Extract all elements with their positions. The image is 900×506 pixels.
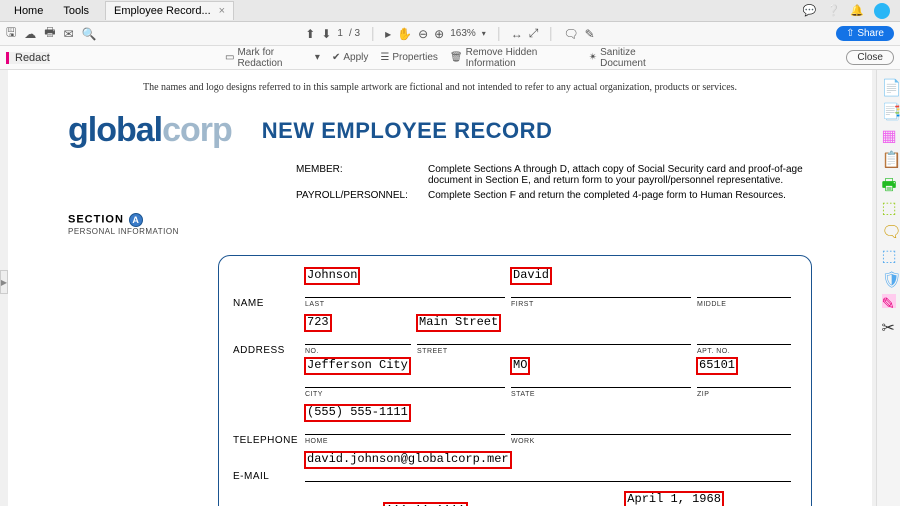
help-icon[interactable]: ❔ bbox=[827, 4, 841, 17]
last-name-field[interactable]: Johnson bbox=[305, 268, 359, 284]
hand-icon[interactable]: ✋ bbox=[397, 27, 412, 41]
page-total: / 3 bbox=[349, 28, 360, 39]
create-pdf-icon[interactable]: 📑 bbox=[882, 102, 896, 116]
left-panel-toggle[interactable]: ▶ bbox=[0, 270, 8, 294]
form-box: NAME Johnson LAST David FIRST MIDDLE ADD… bbox=[218, 255, 812, 506]
protect-icon[interactable]: ⬚ bbox=[882, 246, 896, 260]
bell-icon[interactable]: 🔔 bbox=[850, 4, 864, 17]
address-label: ADDRESS bbox=[233, 345, 305, 356]
email-label: E-MAIL bbox=[233, 471, 305, 482]
document-tab[interactable]: Employee Record... × bbox=[105, 1, 234, 20]
zip-field[interactable]: 65101 bbox=[697, 358, 737, 374]
comment-icon[interactable]: 📋 bbox=[882, 150, 896, 164]
tab-close-icon[interactable]: × bbox=[219, 5, 225, 17]
payroll-text: Complete Section F and return the comple… bbox=[428, 190, 812, 201]
document-title: NEW EMPLOYEE RECORD bbox=[262, 118, 553, 144]
export-pdf-icon[interactable]: 📄 bbox=[882, 78, 896, 92]
properties-button[interactable]: ☰ Properties bbox=[380, 52, 438, 63]
cloud-icon[interactable]: ☁ bbox=[24, 27, 36, 41]
street-field[interactable]: Main Street bbox=[417, 315, 500, 331]
message-icon[interactable]: 💬 bbox=[803, 4, 817, 17]
fit-page-icon[interactable]: ⤢ bbox=[529, 26, 539, 41]
toolbar: 🖫 ☁ 🖶 ✉ 🔍 ⬆ ⬇ 1 / 3 ▸ ✋ ⊖ ⊕ 163% ▾ ↔ ⤢ 🗨… bbox=[0, 22, 900, 46]
menu-tools[interactable]: Tools bbox=[53, 2, 99, 20]
edit-pdf-icon[interactable]: ▦ bbox=[882, 126, 896, 140]
mark-for-redaction-button[interactable]: ▭ Mark for Redaction ▾ bbox=[225, 47, 320, 69]
zoom-in-icon[interactable]: ⊕ bbox=[434, 27, 444, 41]
page-down-icon[interactable]: ⬇ bbox=[321, 27, 331, 41]
sign-icon[interactable]: ✎ bbox=[882, 294, 896, 308]
name-label: NAME bbox=[233, 298, 305, 309]
annotate-icon[interactable]: 🗨 bbox=[563, 27, 578, 41]
payroll-label: PAYROLL/PERSONNEL: bbox=[296, 190, 428, 201]
sanitize-button[interactable]: ✴ Sanitize Document bbox=[589, 47, 675, 69]
fit-width-icon[interactable]: ↔ bbox=[511, 27, 523, 41]
apply-button[interactable]: ✔ Apply bbox=[332, 52, 368, 63]
menu-home[interactable]: Home bbox=[4, 2, 53, 20]
side-panel: 📄 📑 ▦ 📋 🖶 ⬚ 🗨 ⬚ 🛡 ✎ ✂ bbox=[876, 70, 900, 506]
apt-field[interactable] bbox=[697, 330, 791, 345]
avatar[interactable] bbox=[874, 3, 890, 19]
section-header: SECTION A PERSONAL INFORMATION bbox=[68, 213, 812, 236]
mail-icon[interactable]: ✉ bbox=[64, 27, 74, 41]
work-phone-field[interactable] bbox=[511, 420, 791, 435]
member-text: Complete Sections A through D, attach co… bbox=[428, 164, 812, 186]
remove-hidden-button[interactable]: 🗑 Remove Hidden Information bbox=[450, 47, 577, 69]
close-button[interactable]: Close bbox=[846, 50, 894, 65]
fill-sign-icon[interactable]: 🗨 bbox=[882, 222, 896, 236]
share-button[interactable]: ⇧ Share bbox=[836, 26, 894, 41]
street-no-field[interactable]: 723 bbox=[305, 315, 331, 331]
first-name-field[interactable]: David bbox=[511, 268, 551, 284]
section-badge: A bbox=[129, 213, 143, 227]
redact-mode-label: Redact bbox=[6, 52, 50, 64]
middle-name-field[interactable] bbox=[697, 283, 791, 298]
home-phone-field[interactable]: (555) 555-1111 bbox=[305, 405, 410, 421]
save-icon[interactable]: 🖫 bbox=[6, 23, 16, 44]
print-icon[interactable]: 🖶 bbox=[44, 23, 55, 44]
telephone-label: TELEPHONE bbox=[233, 435, 305, 446]
member-label: MEMBER: bbox=[296, 164, 428, 186]
organize-icon[interactable]: 🖶 bbox=[882, 174, 896, 188]
page-up-icon[interactable]: ⬆ bbox=[305, 27, 315, 41]
shield-icon[interactable]: 🛡 bbox=[882, 270, 896, 284]
page-number[interactable]: 1 bbox=[337, 28, 343, 39]
state-field[interactable]: MO bbox=[511, 358, 529, 374]
logo: globalcorp bbox=[68, 111, 232, 150]
redact-bar: Redact ▭ Mark for Redaction ▾ ✔ Apply ☰ … bbox=[0, 46, 900, 70]
document-page: The names and logo designs referred to i… bbox=[8, 70, 872, 506]
pointer-icon[interactable]: ▸ bbox=[385, 27, 391, 41]
menu-right: 💬 ❔ 🔔 bbox=[803, 3, 896, 19]
menu-bar: Home Tools Employee Record... × 💬 ❔ 🔔 bbox=[0, 0, 900, 22]
city-field[interactable]: Jefferson City bbox=[305, 358, 410, 374]
chevron-down-icon[interactable]: ▾ bbox=[482, 29, 486, 38]
email-field[interactable]: david.johnson@globalcorp.mer bbox=[305, 452, 511, 468]
zoom-value[interactable]: 163% bbox=[450, 28, 476, 39]
disclaimer-text: The names and logo designs referred to i… bbox=[68, 82, 812, 93]
highlight-icon[interactable]: ✎ bbox=[585, 27, 595, 41]
dob-field[interactable]: April 1, 1968 bbox=[625, 492, 723, 506]
zoom-out-icon[interactable]: ⊖ bbox=[418, 27, 428, 41]
combine-icon[interactable]: ⬚ bbox=[882, 198, 896, 212]
search-icon[interactable]: 🔍 bbox=[82, 27, 97, 41]
more-tools-icon[interactable]: ✂ bbox=[882, 318, 896, 332]
document-tab-label: Employee Record... bbox=[114, 5, 211, 17]
